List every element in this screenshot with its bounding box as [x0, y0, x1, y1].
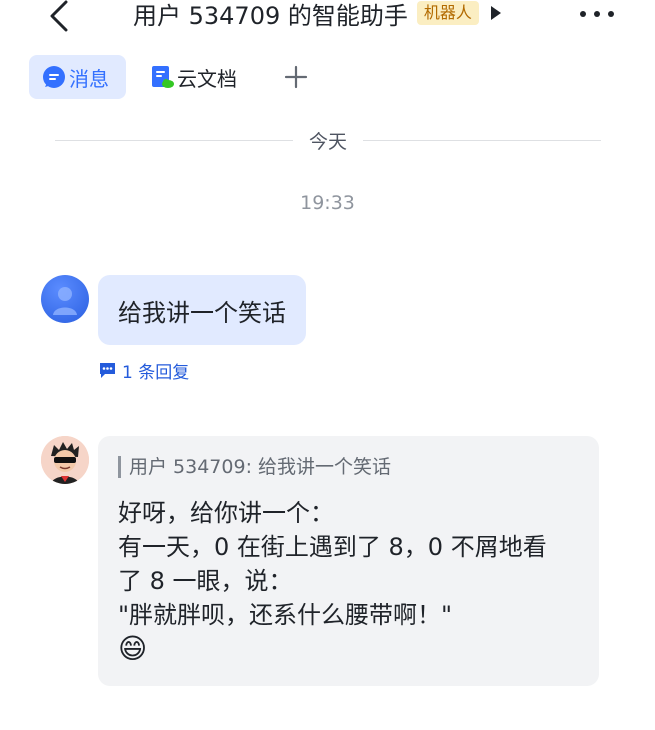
divider-line-left [55, 139, 293, 141]
tab-cloud-docs[interactable]: 云文档 [143, 55, 243, 99]
quoted-message: 用户 534709: 给我讲一个笑话 [118, 456, 579, 478]
more-options-icon[interactable] [579, 4, 615, 20]
tab-messages-label: 消息 [69, 66, 109, 91]
bot-message-text: 好呀，给你讲一个： 有一天，0 在街上遇到了 8，0 不屑地看 了 8 一眼，说… [118, 496, 579, 666]
cloud-doc-icon [152, 66, 174, 88]
tab-messages[interactable]: 消息 [29, 55, 126, 99]
date-divider: 今天 [55, 126, 602, 154]
chat-header: 用户 534709 的智能助手 机器人 [0, 0, 655, 36]
message-timestamp: 19:33 [300, 192, 355, 214]
bot-message-bubble[interactable]: 用户 534709: 给我讲一个笑话 好呀，给你讲一个： 有一天，0 在街上遇到… [98, 436, 599, 686]
person-silhouette-icon [53, 287, 77, 315]
chat-tab-bar: 消息 云文档 [29, 55, 309, 99]
divider-line-right [363, 139, 602, 141]
play-triangle-icon[interactable] [489, 5, 503, 21]
cartoon-character-avatar-icon [41, 436, 89, 484]
reply-comment-icon [100, 363, 115, 378]
bot-badge: 机器人 [416, 1, 479, 25]
bot-avatar[interactable] [41, 436, 89, 484]
date-divider-label: 今天 [309, 130, 348, 153]
grinning-emoji: 😄 [118, 632, 148, 665]
bot-message-line: 好呀，给你讲一个： [118, 499, 334, 527]
back-chevron-icon[interactable] [44, 0, 74, 32]
chat-title-area[interactable]: 用户 534709 的智能助手 机器人 [133, 0, 503, 30]
user-avatar[interactable] [41, 275, 89, 323]
bot-message-line: "胖就胖呗，还系什么腰带啊！" [118, 601, 453, 629]
user-message-text: 给我讲一个笑话 [118, 298, 286, 327]
thread-replies-link[interactable]: 1 条回复 [98, 358, 189, 383]
thread-replies-label: 1 条回复 [122, 363, 190, 383]
chat-title: 用户 534709 的智能助手 [133, 1, 408, 30]
tab-cloud-docs-label: 云文档 [177, 66, 237, 91]
chat-bubble-icon [43, 66, 65, 88]
add-tab-plus-icon[interactable] [283, 64, 309, 90]
bot-message-line: 了 8 一眼，说： [118, 567, 293, 595]
bot-message-line: 有一天，0 在街上遇到了 8，0 不屑地看 [118, 533, 547, 561]
user-message-bubble[interactable]: 给我讲一个笑话 [98, 275, 306, 345]
